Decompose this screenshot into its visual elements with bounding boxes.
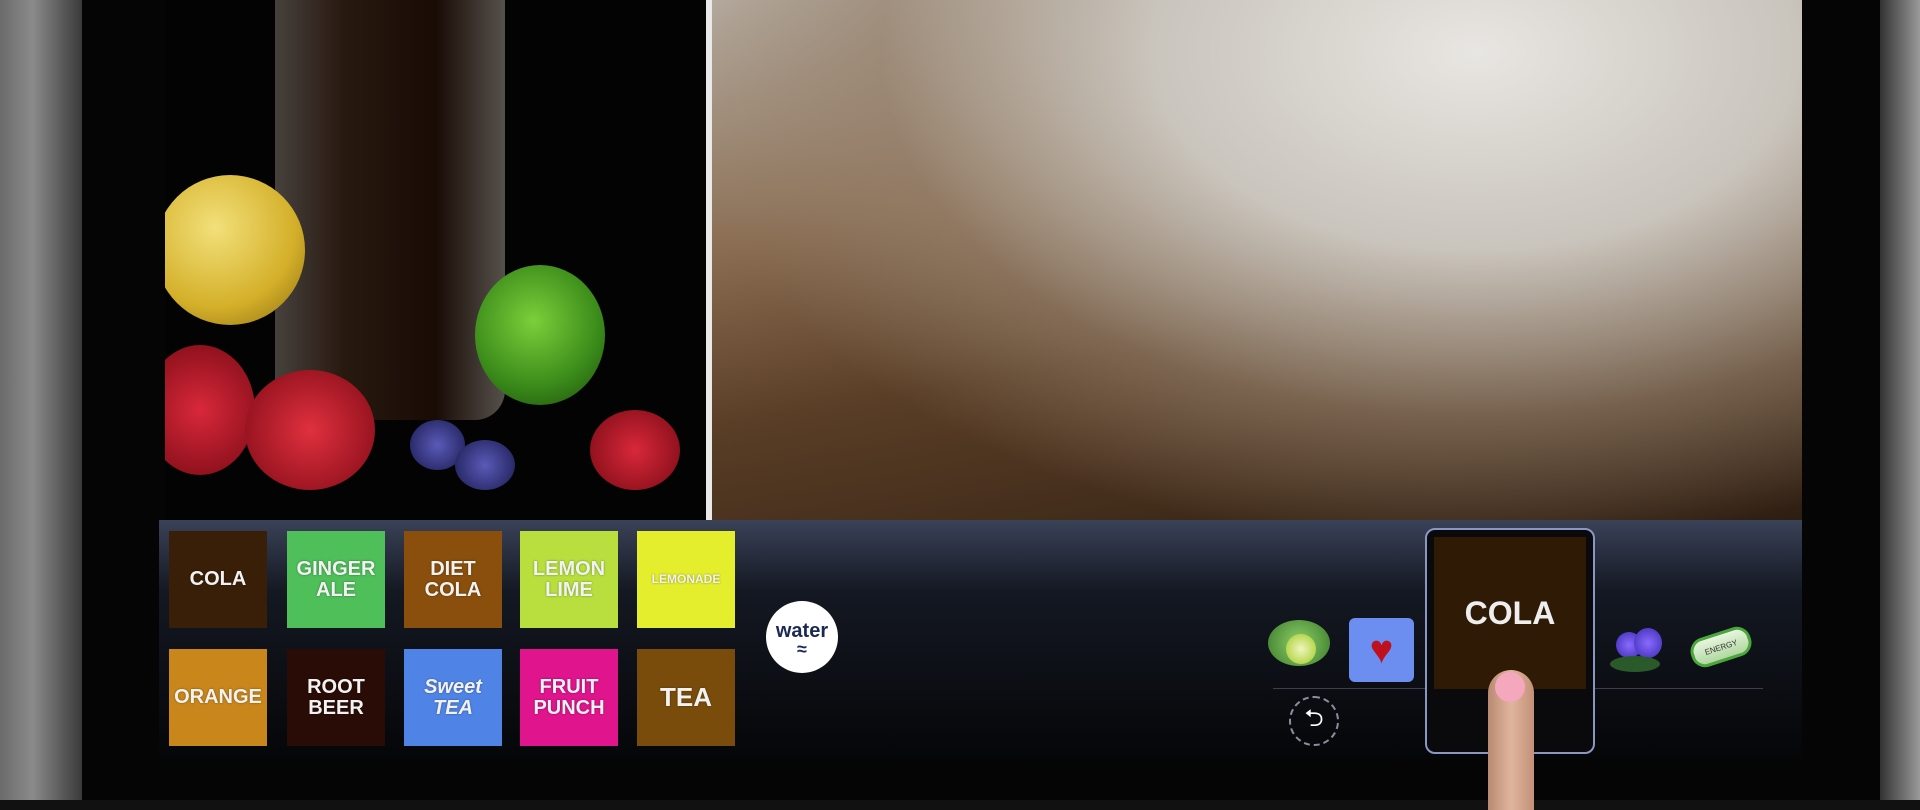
flavor-divider-right <box>1595 688 1763 689</box>
drink-tile-ginger-ale[interactable]: GINGER ALE <box>287 531 385 628</box>
device-bezel-right <box>1880 0 1920 800</box>
drink-tile-fruit-punch[interactable]: FRUIT PUNCH <box>520 649 618 746</box>
drink-tile-lemonade[interactable]: LEMONADE <box>637 531 735 628</box>
water-button[interactable]: water ≈ <box>766 601 838 673</box>
user-fingernail <box>1495 672 1525 702</box>
strawberry-heart-icon[interactable]: ♥ <box>1349 618 1414 682</box>
device-bezel-left <box>0 0 82 800</box>
selected-drink-label: COLA <box>1434 537 1586 689</box>
drink-tile-orange[interactable]: ORANGE <box>169 649 267 746</box>
drink-tile-cola[interactable]: COLA <box>169 531 267 628</box>
drink-photo-glass <box>165 0 706 520</box>
drink-tile-diet-cola[interactable]: DIET COLA <box>404 531 502 628</box>
drink-tile-root-beer[interactable]: ROOT BEER <box>287 649 385 746</box>
energy-label: ENERGY <box>1703 637 1739 657</box>
flavor-divider-left <box>1273 688 1425 689</box>
undo-icon: ⮌ <box>1304 704 1324 732</box>
drink-tile-sweet-tea[interactable]: Sweet TEA <box>404 649 502 746</box>
lime-icon[interactable] <box>1268 620 1330 670</box>
raspberry-icon[interactable] <box>1610 628 1666 676</box>
carbonation-bubbles-photo <box>712 0 1802 520</box>
drink-tile-lemon-lime[interactable]: LEMON LIME <box>520 531 618 628</box>
wave-icon: ≈ <box>797 638 807 659</box>
undo-button[interactable]: ⮌ <box>1289 696 1339 746</box>
drink-tile-tea[interactable]: TEA <box>637 649 735 746</box>
